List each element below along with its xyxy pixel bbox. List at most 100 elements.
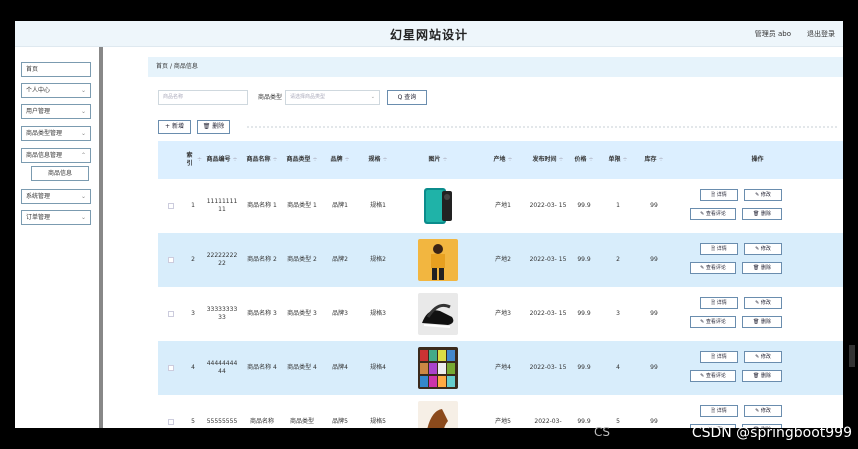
column-header[interactable]: 商品编号 ÷ [202, 141, 242, 179]
row-delete-button[interactable]: 🗑 删除 [742, 208, 782, 220]
chevron-down-icon: ⌄ [80, 214, 86, 221]
column-header[interactable]: 规格 ÷ [358, 141, 398, 179]
sort-icon[interactable]: ÷ [442, 156, 447, 164]
edit-button[interactable]: ✎ 修改 [744, 243, 782, 255]
cell-limit: 3 [600, 287, 636, 341]
sort-icon[interactable]: ÷ [382, 156, 387, 164]
edit-button[interactable]: ✎ 修改 [744, 297, 782, 309]
row-checkbox[interactable] [168, 311, 174, 317]
table-row: 2 22222222 22 商品名称 2 商品类型 2 品牌2 规格2 产地2 2022-03… [158, 233, 843, 287]
cell-text: 商品类型 [289, 418, 314, 425]
edit-button[interactable]: ✎ 修改 [744, 351, 782, 363]
sort-icon[interactable]: ÷ [558, 156, 563, 164]
product-image-thumb[interactable] [418, 401, 458, 428]
edit-button[interactable]: ✎ 修改 [744, 405, 782, 417]
sort-icon[interactable]: ÷ [658, 156, 663, 164]
view-reviews-button[interactable]: ✎ 查看评论 [690, 316, 736, 328]
view-reviews-button[interactable]: ✎ 查看评论 [690, 262, 736, 274]
add-button[interactable]: + 新增 [158, 120, 191, 134]
column-header[interactable]: 操作 [672, 141, 843, 179]
top-bar: 幻星网站设计 管理员 abo 退出登录 [15, 21, 843, 47]
detail-button[interactable]: 🗎 详情 [700, 297, 738, 309]
row-delete-button[interactable]: 🗑 删除 [742, 262, 782, 274]
table-row: 4 44444444 44 商品名称 4 商品类型 4 品牌4 规格4 产地4 2022-03… [158, 341, 843, 395]
column-header[interactable]: 商品名称 ÷ [242, 141, 282, 179]
sidebar-item-system[interactable]: 系统管理 ⌄ [21, 189, 91, 204]
sort-icon[interactable]: ÷ [588, 156, 593, 164]
cell-type: 商品类型 3 [282, 287, 322, 341]
detail-button[interactable]: 🗎 详情 [700, 243, 738, 255]
sidebar-item-profile[interactable]: 个人中心 ⌄ [21, 83, 91, 98]
column-header[interactable]: 索引 ÷ [184, 141, 202, 179]
edit-button[interactable]: ✎ 修改 [744, 189, 782, 201]
sidebar-item-product-info-mgmt[interactable]: 商品信息管理 ⌃ [21, 148, 91, 163]
sidebar-item-product-types[interactable]: 商品类型管理 ⌄ [21, 126, 91, 141]
column-header[interactable]: 库存 ÷ [636, 141, 672, 179]
delete-button[interactable]: 🗑 删除 [197, 120, 230, 134]
query-button[interactable]: Q 查询 [387, 90, 427, 105]
button-label: 详情 [716, 408, 727, 414]
column-header[interactable]: 单限 ÷ [600, 141, 636, 179]
cell-code: 33333333 33 [202, 287, 242, 341]
cell-text: 商品类型 3 [287, 310, 317, 317]
product-image-thumb[interactable] [418, 239, 458, 281]
row-checkbox[interactable] [168, 365, 174, 371]
sidebar-item-home[interactable]: 首页 [21, 62, 91, 77]
cell-spec: 规格2 [358, 233, 398, 287]
detail-button[interactable]: 🗎 详情 [700, 189, 738, 201]
row-checkbox[interactable] [168, 257, 174, 263]
row-actions: 🗎 详情 ✎ 修改 ✎ 查看评论 🗑 删除 [672, 287, 843, 341]
button-icon: 🗑 [753, 319, 761, 325]
chevron-down-icon: ⌄ [80, 130, 86, 137]
cell-limit: 4 [600, 341, 636, 395]
breadcrumb-home[interactable]: 首页 [156, 63, 168, 70]
row-checkbox-cell [158, 287, 184, 341]
column-header[interactable]: 品牌 ÷ [322, 141, 358, 179]
sort-icon[interactable]: ÷ [312, 156, 317, 164]
detail-button[interactable]: 🗎 详情 [700, 405, 738, 417]
sort-icon[interactable]: ÷ [232, 156, 237, 164]
view-reviews-button[interactable]: ✎ 查看评论 [690, 208, 736, 220]
sidebar-scrollbar[interactable] [99, 47, 103, 428]
row-checkbox[interactable] [168, 419, 174, 425]
detail-button[interactable]: 🗎 详情 [700, 351, 738, 363]
product-type-select[interactable]: 请选择商品类型 ⌄ [285, 90, 380, 105]
cell-text: 商品名称 [249, 418, 274, 425]
sort-icon[interactable]: ÷ [344, 156, 349, 164]
sort-icon[interactable]: ÷ [272, 156, 277, 164]
product-name-input[interactable]: 商品名称 [158, 90, 248, 105]
sort-icon[interactable]: ÷ [622, 156, 627, 164]
row-delete-button[interactable]: 🗑 删除 [742, 316, 782, 328]
product-image-thumb[interactable] [418, 185, 458, 227]
breadcrumb-separator: / [169, 63, 172, 70]
cell-text: 99.9 [577, 364, 591, 371]
product-image-thumb[interactable] [418, 347, 458, 389]
cell-text: 2 [191, 256, 195, 263]
column-header[interactable]: 图片 ÷ [398, 141, 478, 179]
product-image [398, 287, 478, 341]
cell-name: 商品名称 3 [242, 287, 282, 341]
cell-text: 品牌2 [332, 256, 348, 263]
cell-text: 99.9 [577, 418, 591, 425]
column-header[interactable]: 价格 ÷ [568, 141, 600, 179]
product-image-thumb[interactable] [418, 293, 458, 335]
cell-origin: 产地2 [478, 233, 528, 287]
button-label: 查看评论 [705, 319, 726, 325]
view-reviews-button[interactable]: ✎ 查看评论 [690, 370, 736, 382]
logout-link[interactable]: 退出登录 [807, 29, 835, 39]
column-header[interactable]: 发布时间 ÷ [528, 141, 568, 179]
cell-stock: 99 [636, 395, 672, 428]
column-header[interactable]: 商品类型 ÷ [282, 141, 322, 179]
sidebar-item-product-info[interactable]: 商品信息 [31, 166, 89, 181]
side-handle[interactable] [849, 345, 855, 367]
cell-text: 11111111 11 [206, 198, 238, 213]
product-image [398, 395, 478, 428]
sort-icon[interactable]: ÷ [507, 156, 512, 164]
row-checkbox[interactable] [168, 203, 174, 209]
sidebar-item-users[interactable]: 用户管理 ⌄ [21, 104, 91, 119]
column-header-label: 品牌 [330, 156, 343, 163]
column-header[interactable]: 产地 ÷ [478, 141, 528, 179]
sidebar-item-orders[interactable]: 订单管理 ⌄ [21, 210, 91, 225]
column-header-label: 发布时间 [532, 156, 557, 163]
row-delete-button[interactable]: 🗑 删除 [742, 370, 782, 382]
